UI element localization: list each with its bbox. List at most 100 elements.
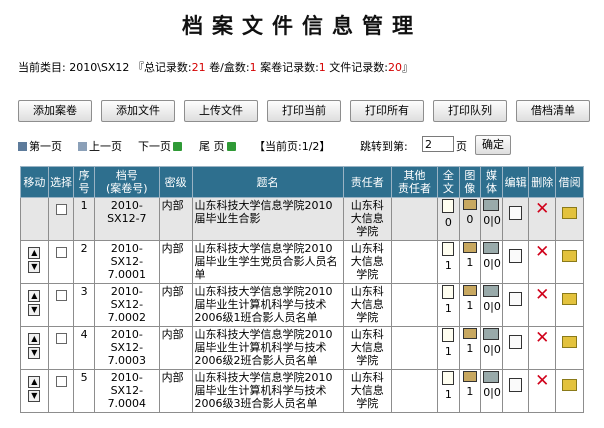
move-cell: ▲ ▼	[20, 326, 49, 370]
header-level: 密级	[158, 166, 193, 198]
other-author-cell	[390, 240, 439, 284]
media-cell[interactable]: 0|0	[480, 369, 503, 413]
level-cell: 内部	[158, 240, 193, 284]
film-icon	[483, 371, 500, 383]
down-arrow-icon[interactable]: ▼	[28, 304, 41, 316]
edit-icon[interactable]	[509, 335, 523, 349]
media-cell[interactable]: 0|0	[480, 326, 503, 370]
film-icon	[483, 199, 500, 211]
image-cell[interactable]: 1	[458, 283, 482, 327]
add-file-button[interactable]: 添加文件	[101, 100, 175, 122]
edit-icon[interactable]	[509, 378, 523, 392]
delete-icon[interactable]: ✕	[535, 201, 549, 218]
fulltext-cell[interactable]: 1	[437, 240, 460, 284]
select-checkbox[interactable]	[55, 376, 67, 387]
table-row[interactable]: ▲ ▼ 5 2010-SX12-7.0004 内部 山东科技大学信息学院2010届毕业生计…	[20, 369, 584, 413]
code-cell: 2010-SX12-7.0001	[93, 240, 160, 284]
table-row[interactable]: ▲ ▼ 2 2010-SX12-7.0001 内部 山东科技大学信息学院2010届毕业生学…	[20, 240, 584, 284]
borrow-folder-icon[interactable]	[562, 207, 578, 219]
title-cell[interactable]: 山东科技大学信息学院2010届毕业生计算机科学与技术2006级2班合影人员名单	[191, 326, 344, 370]
stats-open-bracket: 『	[132, 61, 144, 74]
media-cell[interactable]: 0|0	[480, 240, 503, 284]
film-icon	[483, 285, 500, 297]
next-page-icon	[173, 142, 182, 151]
jump-go-button[interactable]: 确定	[475, 135, 511, 155]
delete-cell: ✕	[528, 326, 557, 370]
add-case-button[interactable]: 添加案卷	[18, 100, 92, 122]
header-move: 移动	[20, 166, 49, 198]
delete-icon[interactable]: ✕	[535, 330, 549, 347]
first-page-link[interactable]: 第一页	[18, 138, 62, 154]
header-media: 媒体	[480, 166, 503, 198]
title-cell[interactable]: 山东科技大学信息学院2010届毕业生计算机科学与技术2006级1班合影人员名单	[191, 283, 344, 327]
next-page-link[interactable]: 下一页	[138, 138, 184, 154]
table-row[interactable]: ▲ ▼ 4 2010-SX12-7.0003 内部 山东科技大学信息学院2010届毕业生计…	[20, 326, 584, 370]
up-arrow-icon[interactable]: ▲	[28, 247, 41, 259]
title-cell[interactable]: 山东科技大学信息学院2010届毕业生学生党员合影人员名单	[191, 240, 344, 284]
seq-cell: 2	[73, 240, 95, 284]
header-seq: 序号	[73, 166, 95, 198]
select-checkbox[interactable]	[55, 333, 67, 344]
table-row[interactable]: 1 2010-SX12-7 内部 山东科技大学信息学院2010届毕业生合影 山东科大信息…	[20, 197, 584, 241]
edit-icon[interactable]	[509, 249, 523, 263]
borrow-folder-icon[interactable]	[562, 336, 578, 348]
title-cell[interactable]: 山东科技大学信息学院2010届毕业生计算机科学与技术2006级3班合影人员名单	[191, 369, 344, 413]
pagination: 第一页 上一页 下一页 尾 页 【当前页:1/2】 跳转到第: 页 确定	[18, 135, 598, 156]
prev-page-icon	[78, 142, 87, 151]
image-cell[interactable]: 1	[458, 326, 482, 370]
select-checkbox[interactable]	[55, 290, 67, 301]
print-current-button[interactable]: 打印当前	[267, 100, 341, 122]
volumes-label: 卷/盒数:	[209, 61, 250, 74]
jump-page-input[interactable]	[422, 136, 454, 152]
down-arrow-icon[interactable]: ▼	[28, 390, 41, 402]
fulltext-cell[interactable]: 1	[437, 369, 460, 413]
total-label: 总记录数:	[143, 61, 192, 74]
title-cell[interactable]: 山东科技大学信息学院2010届毕业生合影	[191, 197, 344, 241]
seq-cell: 3	[73, 283, 95, 327]
delete-icon[interactable]: ✕	[535, 373, 549, 390]
current-page-indicator: 【当前页:1/2】	[254, 140, 331, 153]
select-checkbox[interactable]	[55, 204, 67, 215]
delete-icon[interactable]: ✕	[535, 287, 549, 304]
last-page-link[interactable]: 尾 页	[199, 138, 238, 154]
record-stats: 当前类目: 2010\SX12 『总记录数:21 卷/盒数:1 案卷记录数:1 …	[18, 59, 413, 75]
image-cell[interactable]: 1	[458, 369, 482, 413]
code-cell: 2010-SX12-7.0003	[93, 326, 160, 370]
up-arrow-icon[interactable]: ▲	[28, 333, 41, 345]
author-cell: 山东科大信息学院	[342, 197, 392, 241]
media-cell[interactable]: 0|0	[480, 197, 503, 241]
toolbar: 添加案卷 添加文件 上传文件 打印当前 打印所有 打印队列 借档清单	[18, 100, 598, 123]
edit-icon[interactable]	[509, 292, 523, 306]
delete-cell: ✕	[528, 369, 557, 413]
up-arrow-icon[interactable]: ▲	[28, 376, 41, 388]
fulltext-cell[interactable]: 0	[437, 197, 460, 241]
borrow-list-button[interactable]: 借档清单	[516, 100, 590, 122]
print-queue-button[interactable]: 打印队列	[433, 100, 507, 122]
header-title: 题名	[191, 166, 344, 198]
down-arrow-icon[interactable]: ▼	[28, 261, 41, 273]
select-cell	[47, 283, 75, 327]
borrow-cell	[555, 369, 584, 413]
edit-icon[interactable]	[509, 206, 523, 220]
image-cell[interactable]: 1	[458, 240, 482, 284]
borrow-folder-icon[interactable]	[562, 293, 578, 305]
down-arrow-icon[interactable]: ▼	[28, 347, 41, 359]
other-author-cell	[390, 197, 439, 241]
table-row[interactable]: ▲ ▼ 3 2010-SX12-7.0002 内部 山东科技大学信息学院2010届毕业生计…	[20, 283, 584, 327]
move-cell	[20, 197, 49, 241]
media-cell[interactable]: 0|0	[480, 283, 503, 327]
delete-icon[interactable]: ✕	[535, 244, 549, 261]
edit-cell	[501, 326, 530, 370]
borrow-folder-icon[interactable]	[562, 250, 578, 262]
borrow-folder-icon[interactable]	[562, 379, 578, 391]
borrow-cell	[555, 283, 584, 327]
up-arrow-icon[interactable]: ▲	[28, 290, 41, 302]
select-checkbox[interactable]	[55, 247, 67, 258]
prev-page-link[interactable]: 上一页	[78, 138, 122, 154]
upload-file-button[interactable]: 上传文件	[184, 100, 258, 122]
fulltext-cell[interactable]: 1	[437, 283, 460, 327]
fulltext-cell[interactable]: 1	[437, 326, 460, 370]
image-cell[interactable]: 0	[458, 197, 482, 241]
print-all-button[interactable]: 打印所有	[350, 100, 424, 122]
category-value: 2010\SX12	[69, 61, 130, 74]
